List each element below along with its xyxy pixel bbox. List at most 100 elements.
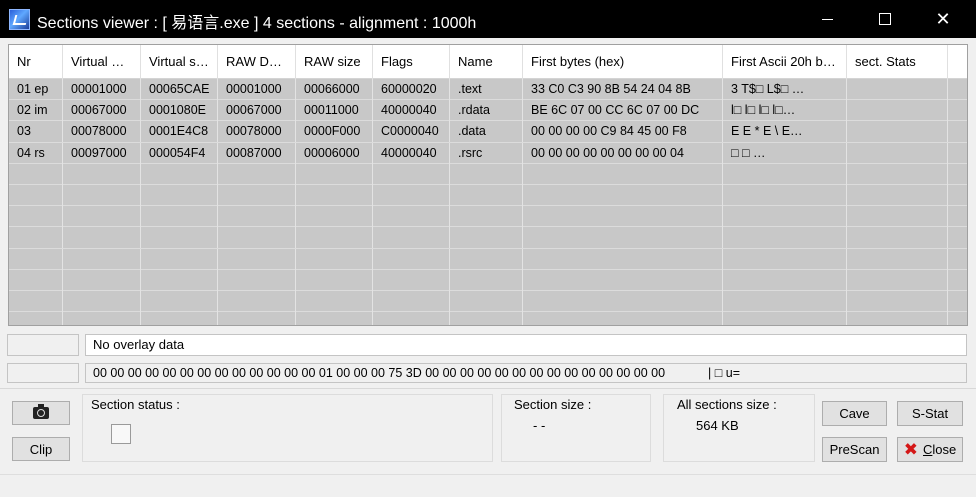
- table-row[interactable]: 02 im 00067000 0001080E 00067000 0001100…: [9, 100, 967, 122]
- empty-cell: [63, 248, 141, 270]
- camera-icon: [33, 404, 49, 419]
- empty-cell: [218, 291, 296, 312]
- section-size-value: - -: [533, 418, 546, 433]
- close-window-button[interactable]: ✕: [920, 0, 966, 38]
- empty-cell: [141, 269, 218, 291]
- empty-cell: [296, 206, 373, 228]
- status-bar: [0, 474, 976, 497]
- col-nr[interactable]: Nr: [9, 45, 63, 79]
- empty-row: [9, 269, 967, 291]
- cell-virtual-size: 0001E4C8: [141, 121, 218, 143]
- empty-cell: [450, 248, 523, 270]
- col-sect-stats[interactable]: sect. Stats: [847, 45, 948, 79]
- hex-ascii: | □ u=: [708, 366, 740, 380]
- empty-cell: [723, 269, 847, 291]
- empty-cell: [373, 206, 450, 228]
- cell-first-ascii: 3 T$□ L$□ …: [723, 79, 847, 100]
- empty-cell: [523, 248, 723, 270]
- empty-row: [9, 163, 967, 185]
- empty-cell: [296, 291, 373, 312]
- close-button[interactable]: ✖ Close: [897, 437, 963, 462]
- empty-cell: [847, 312, 948, 325]
- empty-cell: [373, 227, 450, 249]
- window-title: Sections viewer : [ 易语言.exe ] 4 sections…: [37, 15, 477, 32]
- cell-virtual-size: 000054F4: [141, 142, 218, 164]
- empty-cell: [523, 269, 723, 291]
- empty-cell: [63, 269, 141, 291]
- prescan-button[interactable]: PreScan: [822, 437, 887, 462]
- section-size-label: Section size :: [514, 397, 592, 412]
- cell-nr: 04 rs: [9, 142, 63, 164]
- cell-nr: 01 ep: [9, 79, 63, 100]
- empty-cell: [218, 227, 296, 249]
- empty-cell: [450, 163, 523, 185]
- empty-cell: [63, 163, 141, 185]
- app-icon: [9, 9, 30, 30]
- col-first-ascii[interactable]: First Ascii 20h b…: [723, 45, 847, 79]
- empty-cell: [723, 163, 847, 185]
- all-sections-size-group: All sections size : 564 KB: [663, 394, 815, 462]
- minimize-button[interactable]: [804, 0, 850, 38]
- cell-virtual-offset: 00001000: [63, 79, 141, 100]
- empty-cell: [450, 269, 523, 291]
- empty-cell: [296, 227, 373, 249]
- empty-cell: [9, 269, 63, 291]
- empty-cell: [373, 185, 450, 206]
- col-raw-size[interactable]: RAW size: [296, 45, 373, 79]
- clip-button[interactable]: Clip: [12, 437, 70, 461]
- empty-cell: [450, 206, 523, 228]
- empty-cell: [450, 291, 523, 312]
- empty-cell: [847, 163, 948, 185]
- cell-first-bytes: 00 00 00 00 C9 84 45 00 F8: [523, 121, 723, 143]
- empty-cell: [296, 185, 373, 206]
- empty-cell: [847, 269, 948, 291]
- empty-cell: [523, 227, 723, 249]
- grid-header: Nr Virtual … Virtual s… RAW D… RAW size …: [9, 45, 967, 79]
- cell-flags: 60000020: [373, 79, 450, 100]
- cell-first-ascii: l□ l□ l□ l□…: [723, 100, 847, 122]
- empty-cell: [373, 291, 450, 312]
- empty-cell: [63, 312, 141, 325]
- empty-row: [9, 312, 967, 325]
- empty-row: [9, 206, 967, 228]
- empty-cell: [450, 227, 523, 249]
- empty-cell: [141, 291, 218, 312]
- cell-first-bytes: 00 00 00 00 00 00 00 00 04: [523, 142, 723, 164]
- empty-cell: [218, 206, 296, 228]
- table-row[interactable]: 04 rs 00097000 000054F4 00087000 0000600…: [9, 142, 967, 164]
- sstat-button[interactable]: S-Stat: [897, 401, 963, 426]
- empty-cell: [218, 312, 296, 325]
- empty-cell: [9, 248, 63, 270]
- hex-dump-line: 00 00 00 00 00 00 00 00 00 00 00 00 00 0…: [85, 363, 967, 383]
- hex-offset-box: [7, 363, 79, 383]
- empty-cell: [9, 291, 63, 312]
- empty-cell: [141, 312, 218, 325]
- section-status-checkbox[interactable]: [111, 424, 131, 444]
- empty-cell: [847, 206, 948, 228]
- close-button-label: Close: [923, 442, 957, 457]
- empty-cell: [218, 269, 296, 291]
- sections-grid[interactable]: Nr Virtual … Virtual s… RAW D… RAW size …: [8, 44, 968, 326]
- empty-cell: [723, 312, 847, 325]
- empty-cell: [141, 227, 218, 249]
- cell-first-bytes: BE 6C 07 00 CC 6C 07 00 DC: [523, 100, 723, 122]
- cave-button[interactable]: Cave: [822, 401, 887, 426]
- empty-cell: [9, 206, 63, 228]
- col-first-bytes[interactable]: First bytes (hex): [523, 45, 723, 79]
- empty-cell: [723, 248, 847, 270]
- maximize-button[interactable]: [862, 0, 908, 38]
- col-flags[interactable]: Flags: [373, 45, 450, 79]
- screenshot-button[interactable]: [12, 401, 70, 425]
- cell-name: .rdata: [450, 100, 523, 122]
- cell-first-ascii: □ □ …: [723, 142, 847, 164]
- table-row[interactable]: 01 ep 00001000 00065CAE 00001000 0006600…: [9, 79, 967, 101]
- table-row[interactable]: 03 00078000 0001E4C8 00078000 0000F000 C…: [9, 121, 967, 143]
- col-raw-data[interactable]: RAW D…: [218, 45, 296, 79]
- col-virtual-offset[interactable]: Virtual …: [63, 45, 141, 79]
- cell-name: .rsrc: [450, 142, 523, 164]
- empty-cell: [296, 312, 373, 325]
- col-virtual-size[interactable]: Virtual s…: [141, 45, 218, 79]
- cell-raw-size: 00011000: [296, 100, 373, 122]
- empty-cell: [218, 185, 296, 206]
- col-name[interactable]: Name: [450, 45, 523, 79]
